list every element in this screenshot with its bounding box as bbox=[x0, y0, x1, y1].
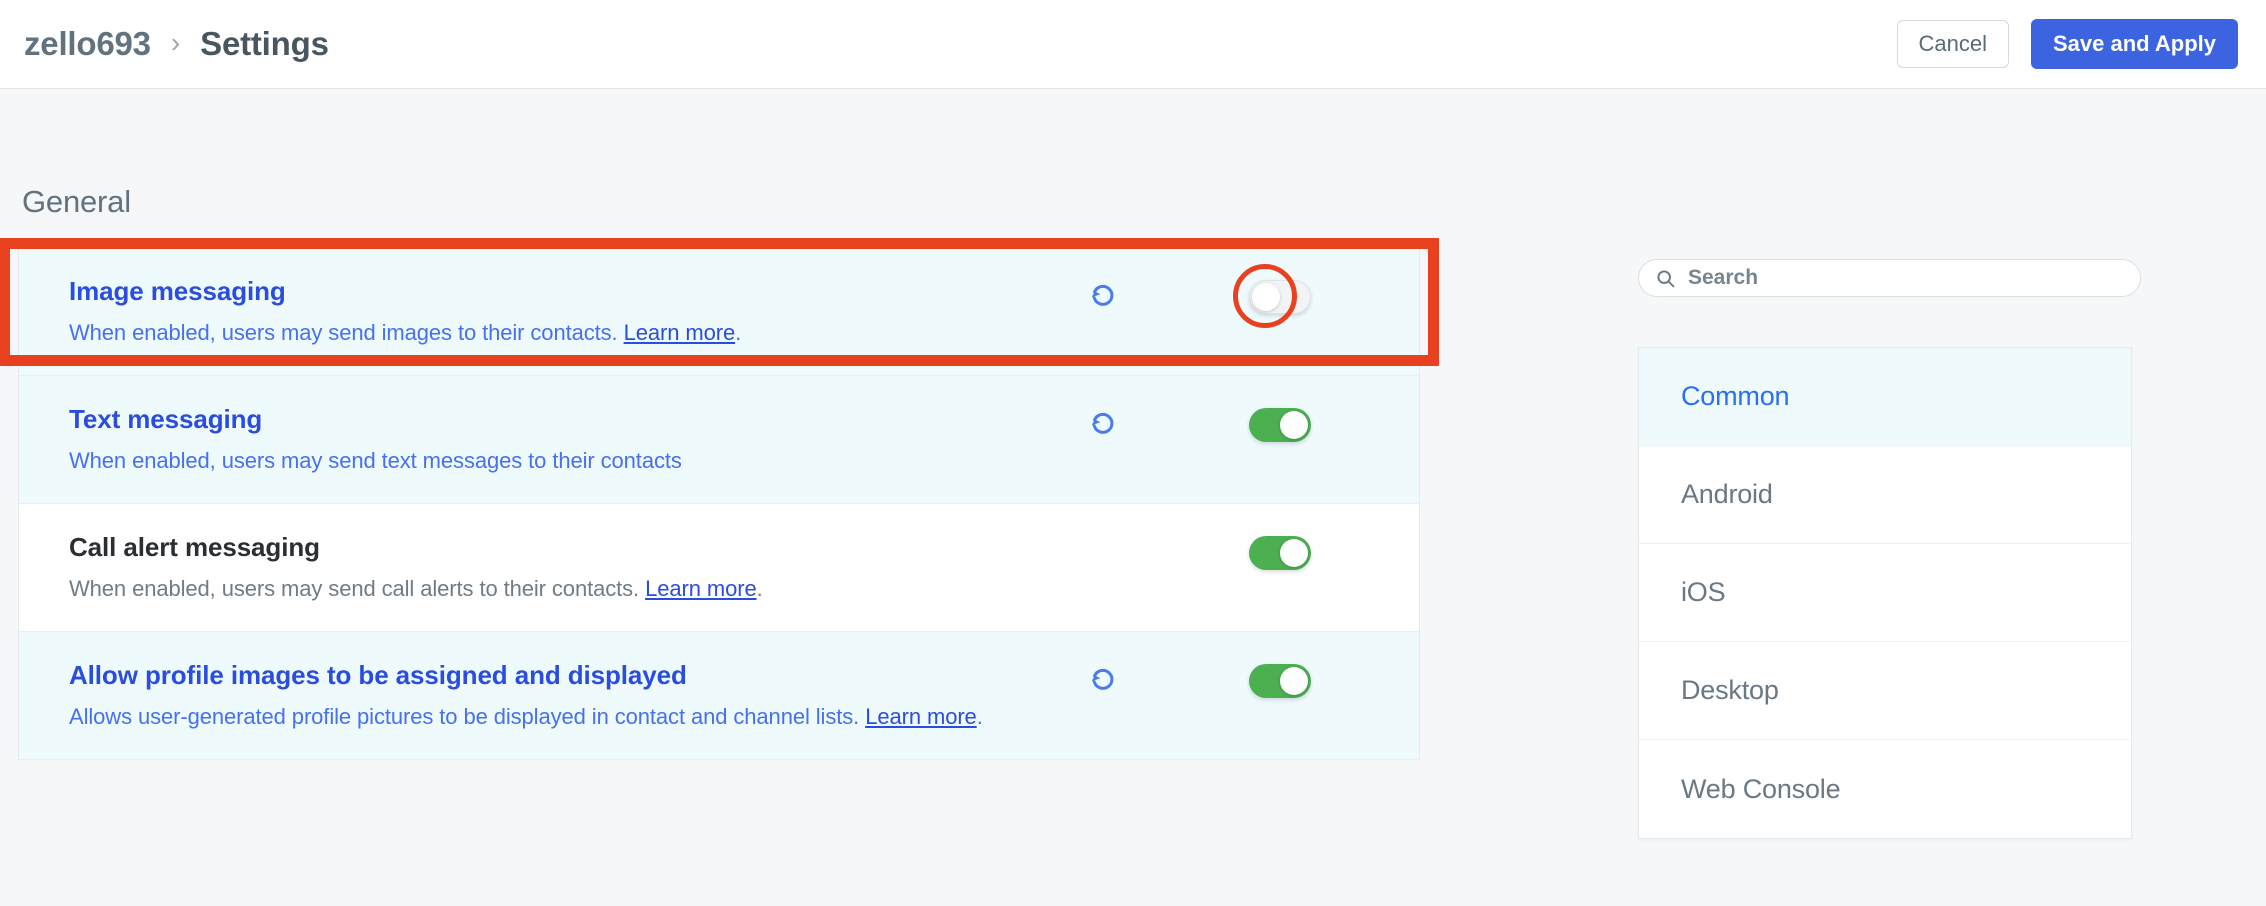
setting-description-suffix: . bbox=[976, 704, 983, 729]
setting-text: Image messaging When enabled, users may … bbox=[69, 274, 1049, 349]
setting-row-text-messaging[interactable]: Text messaging When enabled, users may s… bbox=[19, 376, 1419, 504]
toggle-cell bbox=[1159, 264, 1419, 328]
section-title-general: General bbox=[22, 184, 131, 219]
toggle-call-alert-messaging[interactable] bbox=[1249, 536, 1311, 570]
revert-icon[interactable] bbox=[1089, 408, 1119, 438]
settings-list: Image messaging When enabled, users may … bbox=[0, 238, 1439, 760]
category-list: Common Android iOS Desktop Web Console bbox=[1638, 347, 2132, 839]
toggle-knob bbox=[1280, 411, 1308, 439]
setting-description-suffix: . bbox=[756, 576, 763, 601]
category-item-desktop[interactable]: Desktop bbox=[1639, 642, 2131, 740]
toggle-cell bbox=[1159, 658, 1419, 698]
setting-title: Call alert messaging bbox=[69, 532, 320, 562]
setting-description: When enabled, users may send call alerts… bbox=[69, 572, 1049, 605]
setting-description: When enabled, users may send text messag… bbox=[69, 444, 1049, 477]
toggle-image-messaging[interactable] bbox=[1233, 264, 1311, 328]
learn-more-link[interactable]: Learn more bbox=[645, 576, 757, 601]
search-icon bbox=[1657, 269, 1675, 287]
revert-icon[interactable] bbox=[1089, 280, 1119, 310]
learn-more-link[interactable]: Learn more bbox=[865, 704, 977, 729]
toggle-text-messaging[interactable] bbox=[1249, 408, 1311, 442]
setting-row-image-messaging[interactable]: Image messaging When enabled, users may … bbox=[0, 238, 1439, 376]
page-title: Settings bbox=[200, 25, 329, 62]
revert-cell-empty bbox=[1049, 530, 1159, 536]
toggle-knob bbox=[1280, 539, 1308, 567]
chevron-right-icon: › bbox=[170, 27, 181, 58]
setting-text: Allow profile images to be assigned and … bbox=[69, 658, 1049, 733]
top-bar-actions: Cancel Save and Apply bbox=[1896, 18, 2238, 70]
setting-description-text: When enabled, users may send text messag… bbox=[69, 448, 682, 473]
toggle-knob bbox=[1252, 283, 1280, 311]
setting-text: Text messaging When enabled, users may s… bbox=[69, 402, 1049, 477]
revert-cell bbox=[1049, 274, 1159, 310]
learn-more-link[interactable]: Learn more bbox=[624, 320, 736, 345]
search-input[interactable] bbox=[1688, 266, 2108, 290]
category-item-web-console[interactable]: Web Console bbox=[1639, 740, 2131, 838]
save-and-apply-button[interactable]: Save and Apply bbox=[2030, 18, 2238, 70]
category-item-android[interactable]: Android bbox=[1639, 446, 2131, 544]
setting-row-allow-profile-images[interactable]: Allow profile images to be assigned and … bbox=[19, 632, 1419, 760]
toggle-cell bbox=[1159, 402, 1419, 442]
setting-description-text: When enabled, users may send call alerts… bbox=[69, 576, 646, 601]
toggle-cell bbox=[1159, 530, 1419, 570]
cancel-button[interactable]: Cancel bbox=[1896, 19, 2009, 69]
category-item-common[interactable]: Common bbox=[1639, 348, 2131, 446]
search-box[interactable] bbox=[1638, 259, 2141, 297]
setting-description: When enabled, users may send images to t… bbox=[69, 316, 1049, 349]
setting-text: Call alert messaging When enabled, users… bbox=[69, 530, 1049, 605]
revert-cell bbox=[1049, 658, 1159, 694]
toggle-knob bbox=[1280, 667, 1308, 695]
revert-cell bbox=[1049, 402, 1159, 438]
toggle-allow-profile-images[interactable] bbox=[1249, 664, 1311, 698]
setting-description-text: Allows user-generated profile pictures t… bbox=[69, 704, 866, 729]
setting-title: Text messaging bbox=[69, 404, 263, 434]
setting-title: Image messaging bbox=[69, 276, 286, 306]
setting-description: Allows user-generated profile pictures t… bbox=[69, 700, 1049, 733]
setting-title: Allow profile images to be assigned and … bbox=[69, 660, 687, 690]
setting-description-text: When enabled, users may send images to t… bbox=[69, 320, 624, 345]
category-item-ios[interactable]: iOS bbox=[1639, 544, 2131, 642]
breadcrumb-org[interactable]: zello693 bbox=[24, 25, 151, 63]
breadcrumb: zello693 › Settings bbox=[24, 25, 329, 63]
setting-description-suffix: . bbox=[735, 320, 742, 345]
revert-icon[interactable] bbox=[1089, 664, 1119, 694]
top-bar: zello693 › Settings Cancel Save and Appl… bbox=[0, 0, 2266, 89]
setting-row-call-alert-messaging[interactable]: Call alert messaging When enabled, users… bbox=[19, 504, 1419, 632]
